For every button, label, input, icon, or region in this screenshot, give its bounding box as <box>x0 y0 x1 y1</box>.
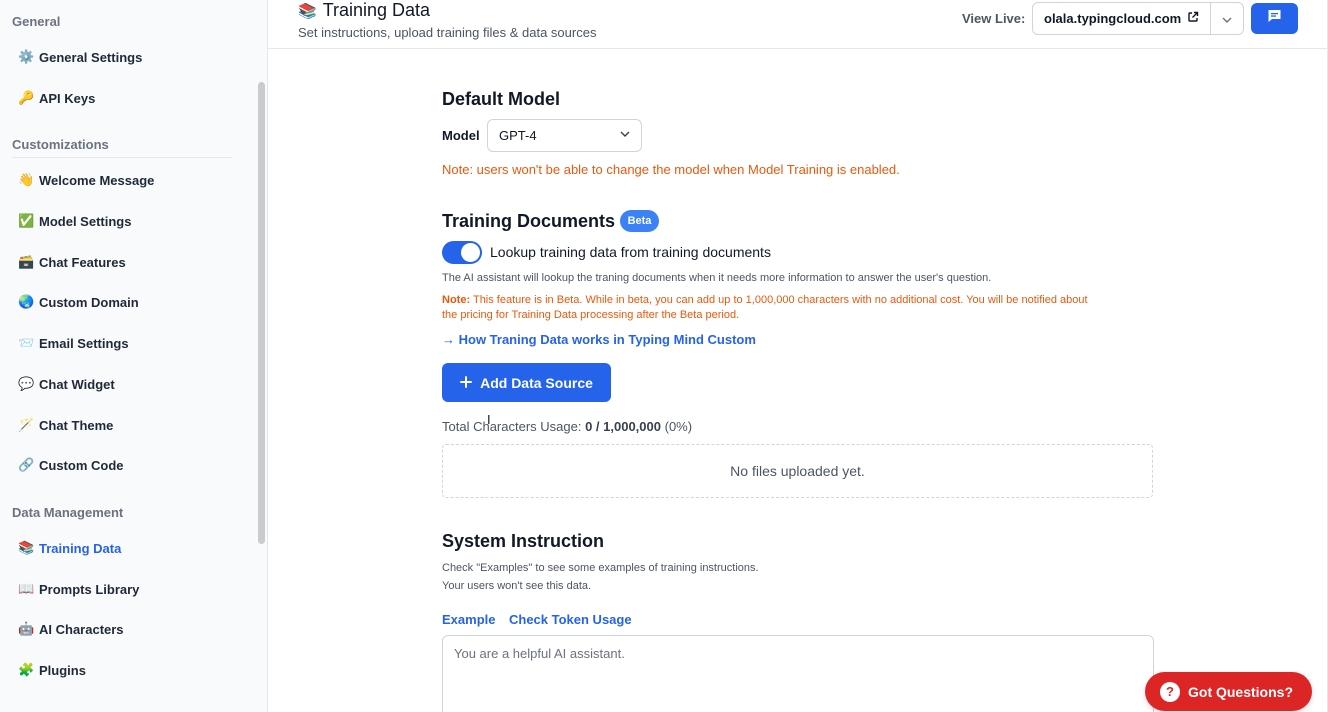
section-general: General <box>12 14 61 29</box>
sidebar-item-label: Training Data <box>39 540 122 556</box>
waving-hand-icon: 👋 <box>18 172 35 188</box>
robot-icon: 🤖 <box>18 621 35 637</box>
textarea-placeholder: You are a helpful AI assistant. <box>454 646 625 661</box>
books-icon: 📚 <box>18 540 35 556</box>
default-model-heading: Default Model <box>442 89 561 109</box>
globe-icon: 🌏 <box>18 294 35 310</box>
sidebar-item-chat-widget[interactable]: 💬 Chat Widget <box>18 369 243 399</box>
link-icon: 🔗 <box>18 457 35 473</box>
domain-text: olala.typingcloud.com <box>1044 11 1182 26</box>
example-link[interactable]: Example <box>442 612 495 627</box>
sidebar-item-training-data[interactable]: 📚 Training Data <box>18 533 243 563</box>
beta-note-line1: Note: This feature is in Beta. While in … <box>442 294 1088 306</box>
got-questions-button[interactable]: ? Got Questions? <box>1145 672 1312 711</box>
sidebar-item-label: Chat Widget <box>39 376 115 392</box>
model-select-value: GPT-4 <box>499 128 537 143</box>
sidebar-item-prompts-library[interactable]: 📖 Prompts Library <box>18 574 243 604</box>
add-data-source-button[interactable]: Add Data Source <box>442 363 611 402</box>
sidebar-item-welcome-message[interactable]: 👋 Welcome Message <box>18 165 243 195</box>
system-instruction-heading: System Instruction <box>442 531 605 551</box>
sidebar-scrollbar[interactable] <box>258 82 265 544</box>
sidebar-item-chat-features[interactable]: 🗃️ Chat Features <box>18 247 243 277</box>
sidebar-item-model-settings[interactable]: ✅ Model Settings <box>18 206 243 236</box>
external-link-icon <box>1187 11 1199 26</box>
sidebar-item-ai-characters[interactable]: 🤖 AI Characters <box>18 614 243 644</box>
system-help-line2: Your users won't see this data. <box>442 580 592 592</box>
sidebar-item-label: API Keys <box>39 90 96 106</box>
characters-usage: Total Characters Usage: 0 / 1,000,000 (0… <box>442 419 692 434</box>
toggle-label: Lookup training data from training docum… <box>490 244 771 260</box>
books-icon: 📚 <box>298 1 317 20</box>
page-title-text: Training Data <box>322 0 431 20</box>
chevron-down-icon <box>620 131 630 137</box>
domain-selector: olala.typingcloud.com <box>1032 2 1244 35</box>
how-training-works-link[interactable]: → How Traning Data works in Typing Mind … <box>442 332 756 347</box>
sidebar-item-plugins[interactable]: 🧩 Plugins <box>18 655 243 685</box>
question-mark-icon: ? <box>1160 681 1180 702</box>
card-box-icon: 🗃️ <box>18 254 35 270</box>
key-icon: 🔑 <box>18 90 35 106</box>
sidebar-item-label: Plugins <box>39 662 86 678</box>
note-text: This feature is in Beta. While in beta, … <box>472 294 1088 306</box>
sidebar-item-label: Custom Domain <box>39 294 139 310</box>
toggle-knob <box>461 243 480 262</box>
add-data-source-label: Add Data Source <box>480 374 593 391</box>
envelope-icon: 📨 <box>18 335 35 351</box>
training-description: The AI assistant will lookup the traning… <box>442 272 992 284</box>
training-documents-heading: Training Documents <box>442 211 616 231</box>
usage-label: Total Characters Usage: <box>442 419 582 434</box>
beta-note-line2: the pricing for Training Data processing… <box>442 309 740 321</box>
sidebar-item-label: Chat Features <box>39 254 126 270</box>
magic-wand-icon: 🪄 <box>18 417 35 433</box>
sidebar-item-label: Email Settings <box>39 335 129 351</box>
empty-state-text: No files uploaded yet. <box>730 463 865 479</box>
sidebar: General ⚙️ General Settings 🔑 API Keys C… <box>0 0 268 712</box>
check-token-usage-link[interactable]: Check Token Usage <box>509 612 632 627</box>
usage-value: 0 / 1,000,000 <box>585 419 661 434</box>
puzzle-icon: 🧩 <box>18 662 35 678</box>
model-label: Model <box>442 128 480 143</box>
speech-bubble-icon: 💬 <box>18 376 35 392</box>
page-subtitle: Set instructions, upload training files … <box>298 25 597 40</box>
model-select[interactable]: GPT-4 <box>487 119 642 152</box>
page-title: 📚 Training Data <box>298 0 430 21</box>
sidebar-item-custom-domain[interactable]: 🌏 Custom Domain <box>18 287 243 317</box>
plus-icon <box>460 375 473 391</box>
section-divider <box>12 157 232 158</box>
sidebar-item-chat-theme[interactable]: 🪄 Chat Theme <box>18 410 243 440</box>
domain-dropdown-button[interactable] <box>1210 3 1243 34</box>
files-dropzone[interactable]: No files uploaded yet. <box>442 444 1153 498</box>
section-customizations: Customizations <box>12 137 109 152</box>
sidebar-item-label: Prompts Library <box>39 581 140 597</box>
sidebar-item-label: Custom Code <box>39 457 124 473</box>
check-icon: ✅ <box>18 213 35 229</box>
sidebar-item-label: Model Settings <box>39 213 132 229</box>
chevron-down-icon <box>1222 10 1232 28</box>
sidebar-item-general-settings[interactable]: ⚙️ General Settings <box>18 42 243 72</box>
system-instruction-textarea[interactable]: You are a helpful AI assistant. <box>442 635 1154 712</box>
note-prefix: Note: <box>442 294 471 306</box>
sidebar-item-custom-code[interactable]: 🔗 Custom Code <box>18 450 243 480</box>
system-help-line1: Check "Examples" to see some examples of… <box>442 562 759 574</box>
sidebar-item-api-keys[interactable]: 🔑 API Keys <box>18 83 243 113</box>
model-note: Note: users won't be able to change the … <box>442 162 900 177</box>
open-book-icon: 📖 <box>18 581 35 597</box>
open-chat-button[interactable] <box>1251 3 1298 34</box>
view-live-label: View Live: <box>962 11 1026 26</box>
lookup-toggle[interactable] <box>442 241 482 264</box>
sidebar-item-label: Chat Theme <box>39 417 114 433</box>
sidebar-item-label: General Settings <box>39 49 143 65</box>
sidebar-item-label: Welcome Message <box>39 172 155 188</box>
sidebar-item-email-settings[interactable]: 📨 Email Settings <box>18 328 243 358</box>
sidebar-item-label: AI Characters <box>39 621 124 637</box>
usage-percent: (0%) <box>664 419 693 434</box>
got-questions-label: Got Questions? <box>1188 683 1293 700</box>
gear-icon: ⚙️ <box>18 49 35 65</box>
beta-badge: Beta <box>620 210 659 232</box>
page-header: 📚 Training Data Set instructions, upload… <box>268 0 1328 49</box>
view-live-link[interactable]: olala.typingcloud.com <box>1033 11 1210 26</box>
chat-icon <box>1267 9 1282 28</box>
section-data-management: Data Management <box>12 505 124 520</box>
